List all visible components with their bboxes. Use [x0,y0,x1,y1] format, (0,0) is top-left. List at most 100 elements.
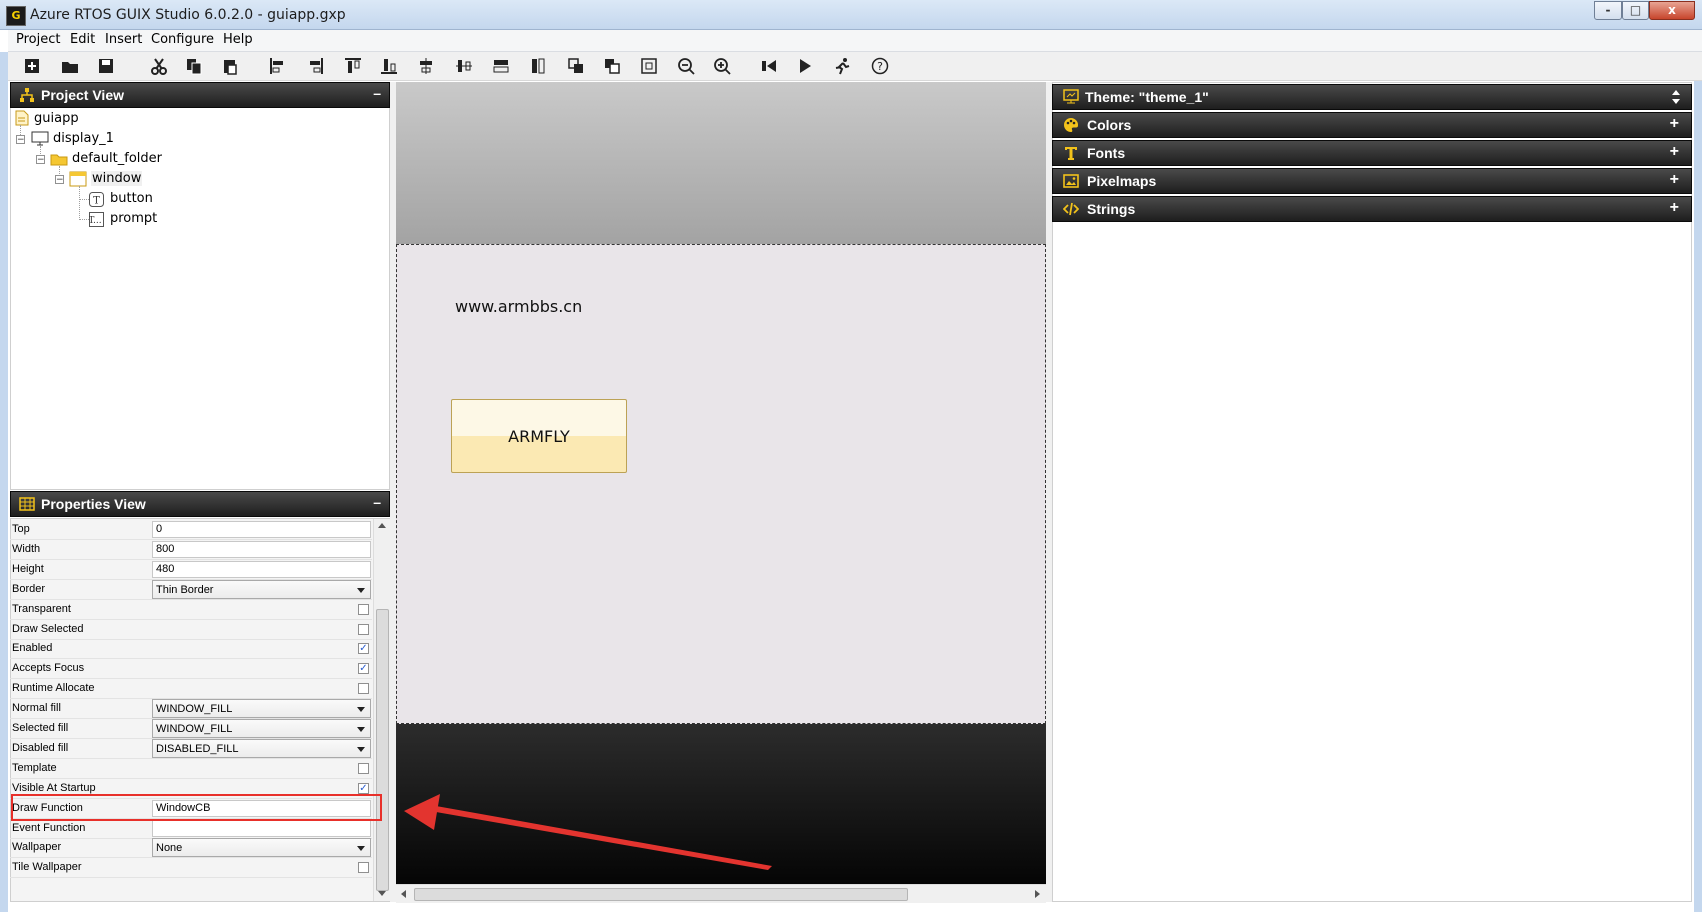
canvas-prompt[interactable]: www.armbbs.cn [455,297,582,316]
minimize-button[interactable]: - [1594,1,1622,20]
paste-icon[interactable] [220,56,240,76]
scroll-left-arrow[interactable] [401,890,406,898]
property-label: Selected fill [12,722,69,734]
tree-item-display[interactable]: display_1 [53,131,114,146]
menu-configure[interactable]: Configure [149,32,216,47]
resource-section-fonts[interactable]: Fonts + [1052,140,1692,166]
property-row: Top 0 [10,520,372,540]
property-dropdown[interactable]: DISABLED_FILL [152,738,371,758]
window-title: Azure RTOS GUIX Studio 6.0.2.0 - guiapp.… [30,7,346,23]
tree-item-button[interactable]: button [110,191,153,206]
equal-width-icon[interactable] [491,56,511,76]
align-bottom-icon[interactable] [379,56,399,76]
size-to-fit-icon[interactable] [639,56,659,76]
property-checkbox[interactable]: ✓ [358,643,369,655]
text-button-icon: T [89,192,104,207]
align-right-icon[interactable] [305,56,325,76]
property-value-field[interactable]: 480 [152,560,371,578]
expand-collapse-toggle[interactable]: − [16,135,25,145]
property-row: Template [10,759,372,779]
guix-window[interactable] [396,244,1046,724]
expand-plus-icon[interactable]: + [1670,199,1679,217]
move-to-back-icon[interactable] [602,56,622,76]
scroll-up-arrow[interactable] [378,523,386,528]
canvas-horizontal-scrollbar[interactable] [396,884,1046,903]
property-checkbox[interactable] [358,762,369,774]
folder-icon [50,151,68,167]
picture-icon [1063,173,1079,189]
copy-icon[interactable] [184,56,204,76]
expand-plus-icon[interactable]: + [1670,171,1679,189]
align-left-icon[interactable] [268,56,288,76]
zoom-in-icon[interactable] [712,56,732,76]
tree-item-guiapp[interactable]: guiapp [34,111,79,126]
property-checkbox[interactable]: ✓ [358,782,369,794]
project-view-minimize-button[interactable]: – [373,85,381,101]
properties-view-minimize-button[interactable]: – [373,494,381,510]
property-row: Event Function [10,819,372,839]
property-value-field[interactable]: 0 [152,521,371,538]
run-application-icon[interactable] [832,56,852,76]
properties-scrollbar[interactable] [373,519,390,901]
align-top-icon[interactable] [343,56,363,76]
record-macro-icon[interactable] [759,56,779,76]
save-icon[interactable] [96,56,116,76]
property-dropdown[interactable]: WINDOW_FILL [152,699,371,719]
resource-section-colors[interactable]: Colors + [1052,112,1692,138]
theme-icon [1063,89,1079,104]
expand-collapse-toggle[interactable]: − [55,175,64,185]
move-to-front-icon[interactable] [566,56,586,76]
property-checkbox[interactable] [358,862,369,874]
canvas-button[interactable]: ARMFLY [451,399,627,473]
scroll-thumb[interactable] [376,609,389,891]
property-dropdown[interactable]: WINDOW_FILL [152,719,371,738]
close-button[interactable]: x [1649,1,1695,20]
h-scroll-thumb[interactable] [414,888,908,901]
project-view-title: Project View [41,87,125,103]
scroll-right-arrow[interactable] [1035,890,1040,898]
property-checkbox[interactable] [358,603,369,615]
tree-connector [79,199,89,200]
play-macro-icon[interactable] [795,56,815,76]
scroll-down-arrow[interactable] [378,891,386,896]
expand-plus-icon[interactable]: + [1670,115,1679,133]
property-label: Visible At Startup [12,781,96,794]
menu-bar: Project Edit Insert Configure Help [8,30,1702,52]
theme-selector[interactable]: Theme: "theme_1" [1052,84,1692,110]
center-vertical-icon[interactable] [454,56,474,76]
equal-height-icon[interactable] [528,56,548,76]
property-checkbox[interactable]: ✓ [358,663,369,675]
resource-section-strings[interactable]: Strings + [1052,196,1692,222]
cut-icon[interactable] [149,56,169,76]
property-row: Width 800 [10,540,372,560]
help-icon[interactable]: ? [870,56,890,76]
property-dropdown[interactable]: None [152,838,371,858]
theme-label: Theme: "theme_1" [1085,89,1209,105]
tree-item-default-folder[interactable]: default_folder [72,151,162,166]
tree-item-prompt[interactable]: prompt [110,211,157,226]
menu-insert[interactable]: Insert [103,32,144,47]
tree-connector [79,186,80,220]
menu-edit[interactable]: Edit [68,32,97,47]
property-checkbox[interactable] [358,623,369,635]
property-checkbox[interactable] [358,683,369,695]
property-row: Disabled fill DISABLED_FILL [10,738,372,759]
menu-project[interactable]: Project [14,32,62,47]
property-value-field[interactable]: 800 [152,540,371,558]
expand-plus-icon[interactable]: + [1670,143,1679,161]
maximize-button[interactable]: □ [1622,1,1649,20]
zoom-out-icon[interactable] [676,56,696,76]
tree-connector [79,219,89,220]
resource-section-pixelmaps[interactable]: Pixelmaps + [1052,168,1692,194]
tree-item-window[interactable]: window [91,171,143,186]
menu-help[interactable]: Help [221,32,255,47]
new-project-icon[interactable] [22,56,42,76]
property-dropdown-value: Thin Border [156,583,214,596]
expand-collapse-toggle[interactable]: − [36,155,45,165]
property-value-field[interactable] [152,819,371,837]
property-dropdown[interactable]: Thin Border [152,579,371,599]
property-row: Border Thin Border [10,579,372,600]
center-horizontal-icon[interactable] [416,56,436,76]
open-folder-icon[interactable] [60,56,80,76]
spin-arrows-icon[interactable] [1671,89,1681,105]
